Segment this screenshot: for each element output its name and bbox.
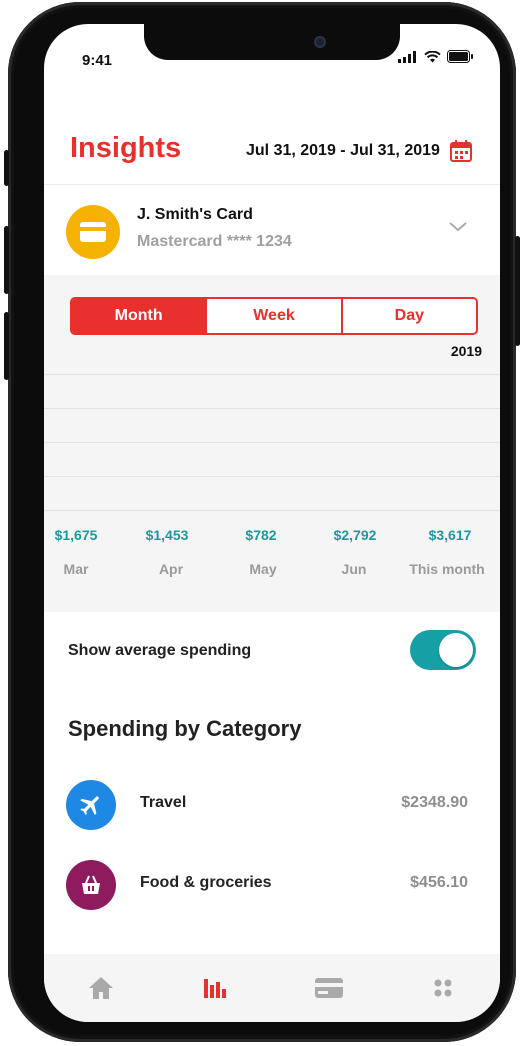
month-amount[interactable]: $1,675 [44,527,122,543]
chart-year: 2019 [450,343,482,359]
period-segmented-control: Month Week Day [70,297,478,335]
chart-gridline [44,476,500,477]
month-amount[interactable]: $1,453 [121,527,213,543]
nav-insights[interactable] [158,954,272,1022]
bar-chart-icon [204,979,226,998]
header-divider [44,184,500,185]
tab-month[interactable]: Month [72,299,208,333]
tab-day[interactable]: Day [343,299,476,333]
status-icons [398,50,474,63]
chart-gridline [44,510,500,511]
bottom-navigation [44,954,500,1022]
card-icon [315,978,343,998]
more-grid-icon [434,979,452,997]
page-title: Insights [70,132,182,164]
volume-up-button [4,226,9,294]
spending-chart-panel: Month Week Day 2019 $1,675 $1,453 $782 $… [44,275,500,612]
battery-icon [447,50,473,63]
chart-gridline [44,408,500,409]
average-spending-toggle[interactable] [410,630,476,670]
month-amount[interactable]: $2,792 [309,527,401,543]
airplane-icon [66,780,116,830]
status-time: 9:41 [82,52,113,69]
month-label: This month [409,561,485,577]
chart-gridline [44,442,500,443]
toggle-knob [439,633,473,667]
nav-cards[interactable] [272,954,386,1022]
card-name[interactable]: J. Smith's Card [137,206,253,224]
category-label-food[interactable]: Food & groceries [140,874,272,892]
phone-frame: 9:41 Insights Jul 31, 2019 - Jul 31, 201… [4,2,520,1042]
card-number: Mastercard **** 1234 [137,233,292,250]
month-label: May [249,561,277,577]
month-label: Apr [158,561,184,577]
calendar-icon[interactable] [450,140,472,167]
month-amount[interactable]: $782 [215,527,307,543]
mute-switch [4,150,9,186]
volume-down-button [4,312,9,380]
date-range[interactable]: Jul 31, 2019 - Jul 31, 2019 [246,142,440,160]
wifi-icon [424,50,441,62]
front-camera [314,36,326,48]
shopping-basket-icon [66,860,116,910]
tab-week[interactable]: Week [207,299,343,333]
nav-more[interactable] [386,954,500,1022]
credit-card-icon [66,205,120,259]
signal-icon [398,50,416,63]
month-amount[interactable]: $3,617 [404,527,496,543]
notch [144,24,400,60]
app-screen: 9:41 Insights Jul 31, 2019 - Jul 31, 201… [44,24,500,1022]
category-value-food: $456.10 [410,874,468,891]
chevron-down-icon[interactable] [448,220,468,238]
chart-gridline [44,374,500,375]
average-spending-label: Show average spending [68,642,252,659]
power-button [515,236,520,346]
home-icon [89,977,113,999]
category-value-travel: $2348.90 [401,794,468,811]
nav-home[interactable] [44,954,158,1022]
month-label: Jun [341,561,367,577]
section-title: Spending by Category [68,716,302,741]
month-label: Mar [63,561,89,577]
category-label-travel[interactable]: Travel [140,794,186,812]
